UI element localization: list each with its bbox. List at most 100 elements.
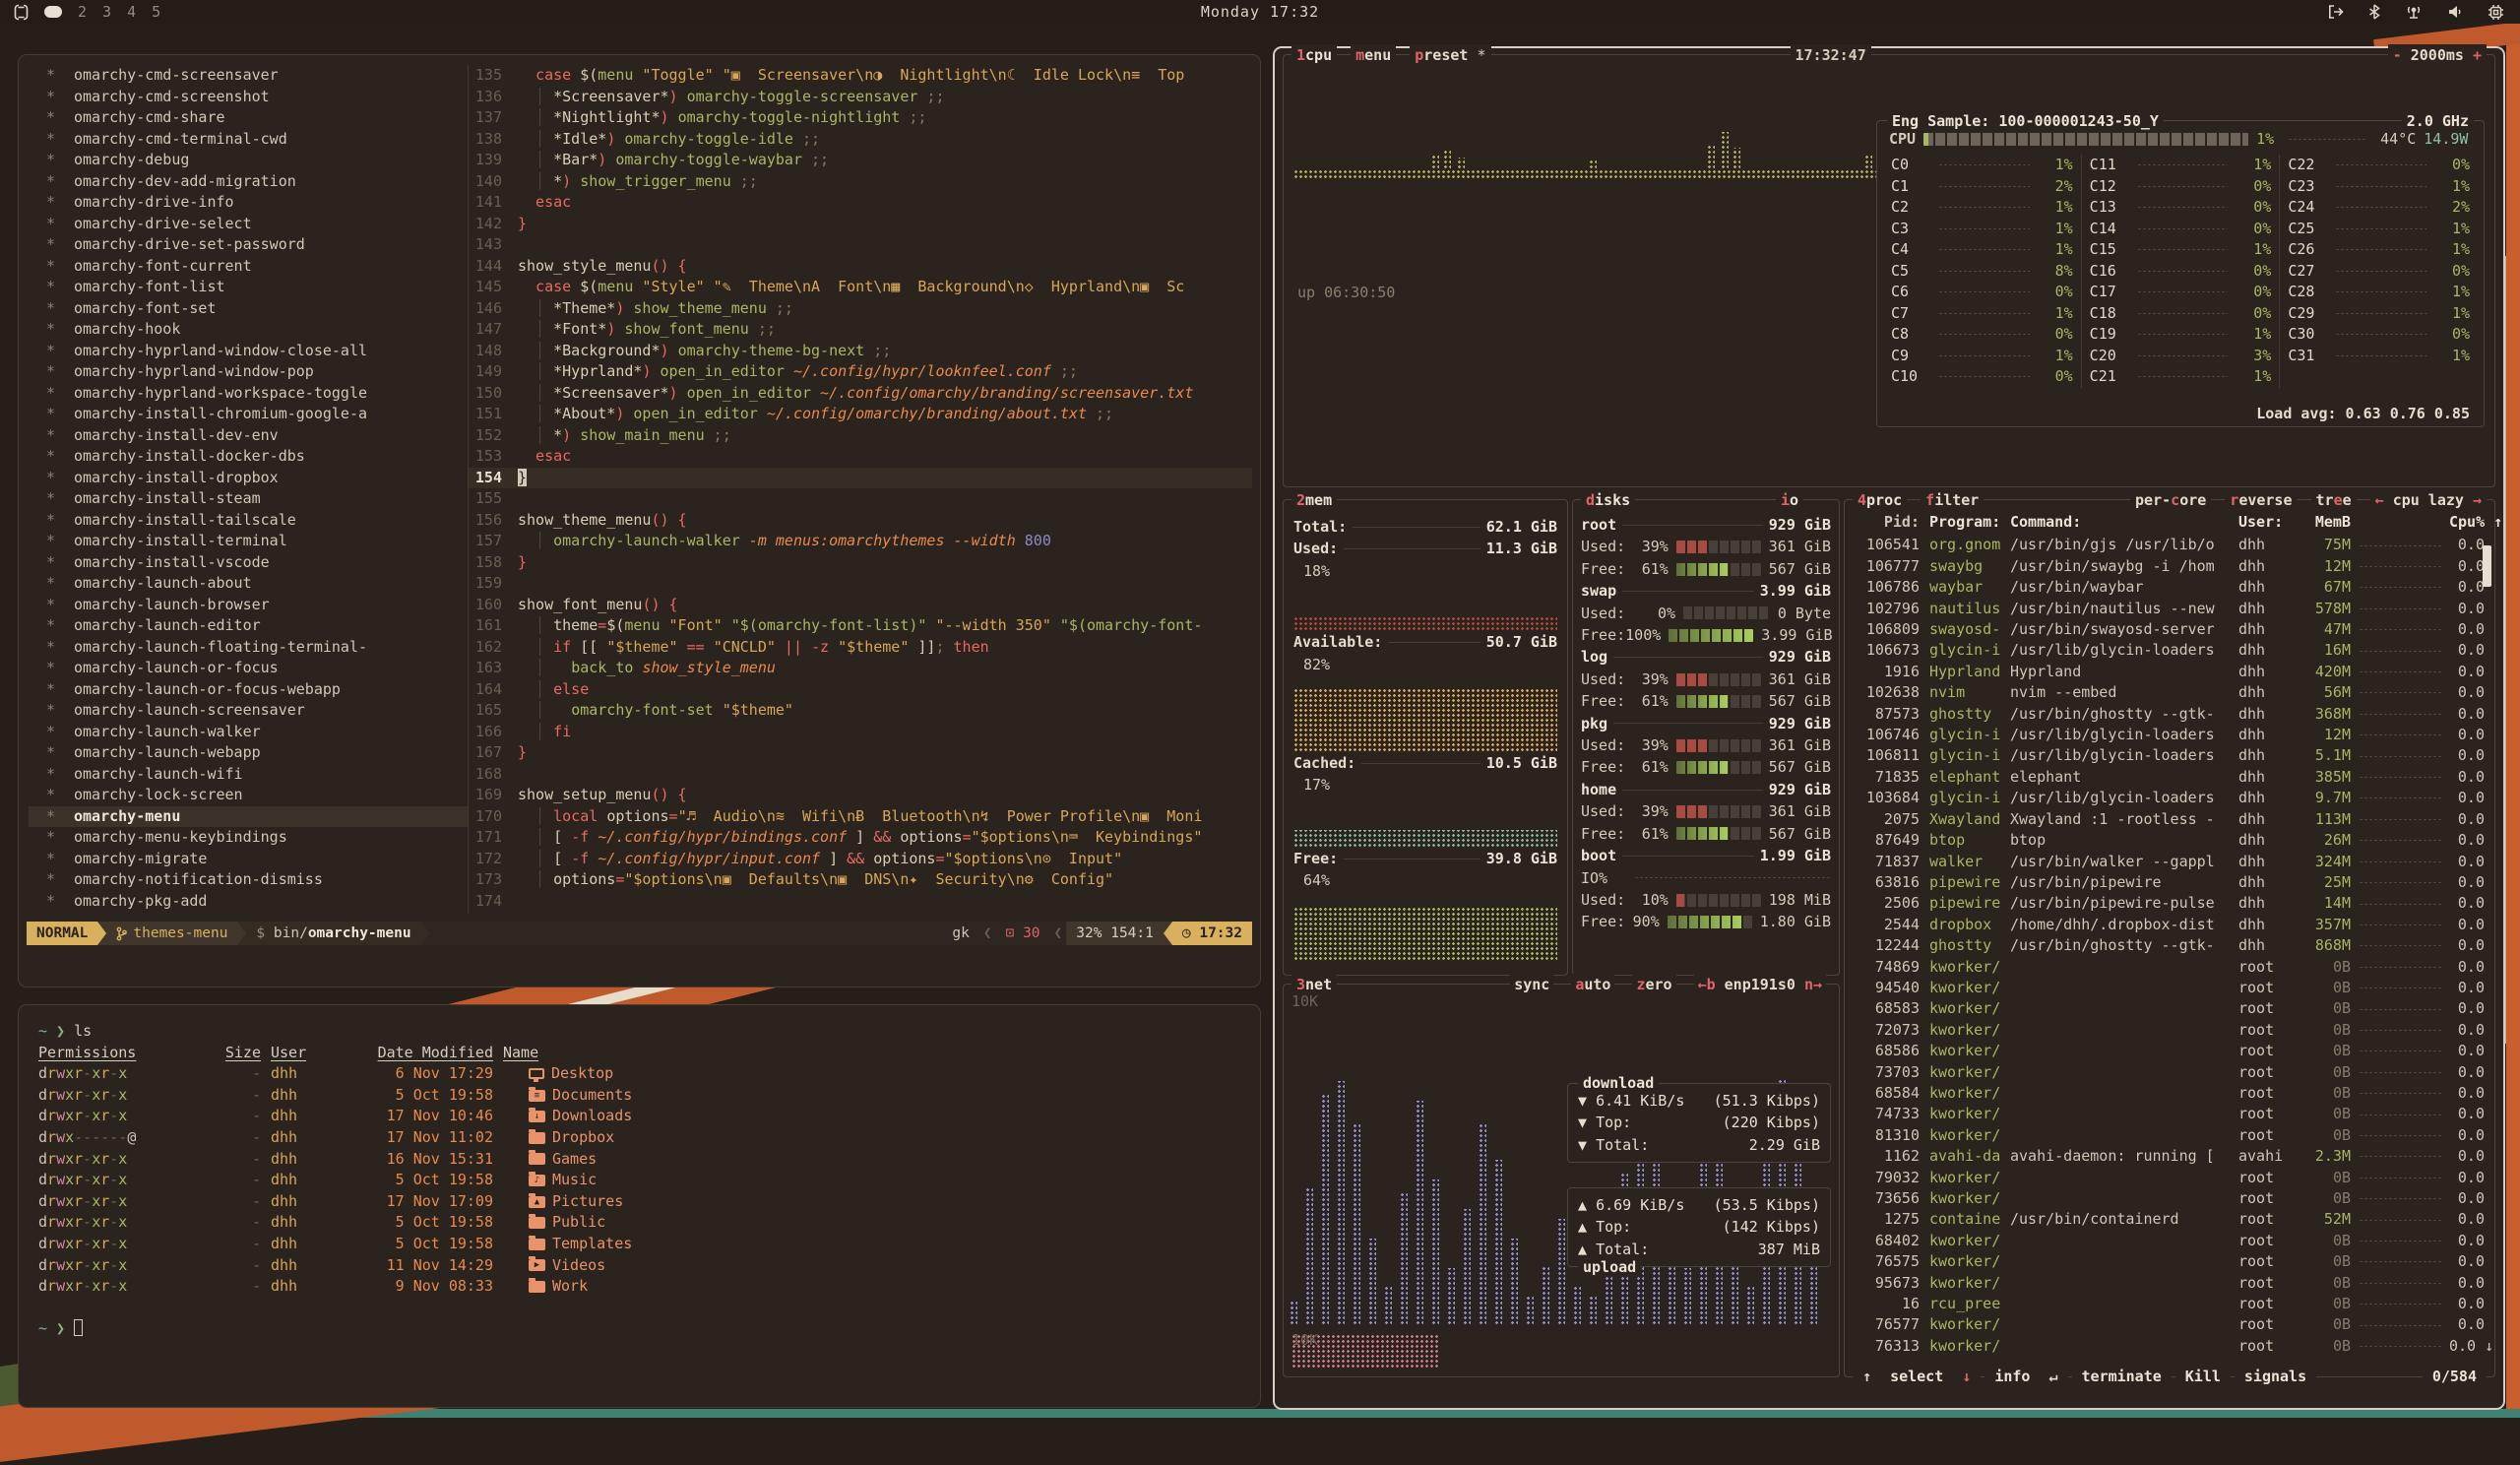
process-row[interactable]: 73656kworker/root0B0.0 (1855, 1188, 2485, 1209)
file-item[interactable]: *omarchy-lock-screen (29, 785, 468, 806)
proc-nav[interactable]: ← cpu lazy → (2370, 489, 2487, 511)
process-row[interactable]: 12244ghostty/usr/bin/ghostty --gtk-dhh86… (1855, 935, 2485, 956)
file-item[interactable]: *omarchy-debug (29, 150, 468, 171)
process-row[interactable]: 1275containe/usr/bin/containerdroot52M0.… (1855, 1209, 2485, 1230)
process-row[interactable]: 106811glycin-i/usr/lib/glycin-loadersdhh… (1855, 745, 2485, 766)
file-item[interactable]: *omarchy-drive-set-password (29, 234, 468, 256)
process-row[interactable]: 106746glycin-i/usr/lib/glycin-loadersdhh… (1855, 725, 2485, 745)
col-user[interactable]: User: (2238, 512, 2296, 533)
shell-prompt[interactable]: ~ ❯ ls (38, 1021, 1240, 1043)
file-item[interactable]: *omarchy-font-current (29, 256, 468, 278)
file-item[interactable]: *omarchy-cmd-share (29, 107, 468, 129)
process-row[interactable]: 106673glycin-i/usr/lib/glycin-loadersdhh… (1855, 640, 2485, 661)
panel-title[interactable]: 1cpu (1292, 44, 1337, 66)
process-row[interactable]: 106786waybar/usr/bin/waybardhh67M0.0 (1855, 577, 2485, 598)
file-item[interactable]: *omarchy-install-vscode (29, 552, 468, 574)
file-item[interactable]: *omarchy-launch-floating-terminal- (29, 637, 468, 659)
process-row[interactable]: 79032kworker/root0B0.0 (1855, 1168, 2485, 1188)
file-item[interactable]: *omarchy-install-dropbox (29, 468, 468, 489)
net-option-sync[interactable]: sync (1510, 974, 1553, 995)
process-row[interactable]: 68402kworker/root0B0.0 (1855, 1231, 2485, 1251)
file-item[interactable]: *omarchy-font-set (29, 298, 468, 320)
file-item[interactable]: *omarchy-install-terminal (29, 531, 468, 552)
file-item[interactable]: *omarchy-install-docker-dbs (29, 446, 468, 468)
process-row[interactable]: 102638nvimnvim --embeddhh56M0.0 (1855, 682, 2485, 703)
file-item[interactable]: *omarchy-launch-screensaver (29, 700, 468, 722)
tree-button[interactable]: tree (2311, 489, 2357, 511)
net-option-zero[interactable]: zero (1632, 974, 1675, 995)
process-row[interactable]: 72073kworker/root0B0.0 (1855, 1020, 2485, 1041)
process-row[interactable]: 74869kworker/root0B0.0 (1855, 957, 2485, 978)
file-item[interactable]: *omarchy-cmd-screenshot (29, 87, 468, 108)
process-row[interactable]: 95673kworker/root0B0.0 (1855, 1273, 2485, 1294)
panel-title[interactable]: 2mem (1292, 489, 1337, 511)
interval-control[interactable]: - 2000ms + (2388, 44, 2487, 66)
panel-title[interactable]: 4proc (1853, 489, 1907, 511)
volume-icon[interactable] (2447, 4, 2464, 20)
process-row[interactable]: 106777swaybg/usr/bin/swaybg -i /homdhh12… (1855, 556, 2485, 577)
file-item[interactable]: *omarchy-cmd-terminal-cwd (29, 129, 468, 151)
process-row[interactable]: 73703kworker/root0B0.0 (1855, 1062, 2485, 1083)
process-row[interactable]: 68583kworker/root0B0.0 (1855, 998, 2485, 1019)
process-row[interactable]: 106541org.gnom/usr/bin/gjs /usr/lib/odhh… (1855, 535, 2485, 555)
file-item[interactable]: *omarchy-install-steam (29, 488, 468, 510)
file-item[interactable]: *omarchy-notification-dismiss (29, 869, 468, 891)
process-row[interactable]: 87649btopbtopdhh26M0.0 (1855, 830, 2485, 851)
process-row[interactable]: 68584kworker/root0B0.0 (1855, 1083, 2485, 1104)
process-row[interactable]: 2544dropbox/home/dhh/.dropbox-distdhh357… (1855, 915, 2485, 935)
code-editor[interactable]: 135 case $(menu "Toggle" "▣ Screensaver\… (468, 65, 1252, 914)
file-item[interactable]: *omarchy-launch-wifi (29, 764, 468, 786)
process-row[interactable]: 74733kworker/root0B0.0 (1855, 1104, 2485, 1124)
process-row[interactable]: 71835elephantelephantdhh385M0.0 (1855, 767, 2485, 788)
process-row[interactable]: 76575kworker/root0B0.0 (1855, 1251, 2485, 1272)
proc-scrollbar[interactable] (2483, 545, 2491, 587)
file-item[interactable]: *omarchy-launch-about (29, 573, 468, 595)
process-row[interactable]: 2506pipewire/usr/bin/pipewire-pulsedhh14… (1855, 893, 2485, 914)
file-item[interactable]: *omarchy-cmd-screensaver (29, 65, 468, 87)
process-row[interactable]: 71837walker/usr/bin/walker --gappldhh324… (1855, 852, 2485, 872)
reverse-button[interactable]: reverse (2225, 489, 2297, 511)
file-item[interactable]: *omarchy-pkg-add (29, 891, 468, 913)
shell-cursor[interactable] (74, 1319, 83, 1336)
process-row[interactable]: 81310kworker/root0B0.0 (1855, 1125, 2485, 1146)
select-control[interactable]: ↑ select ↓ (1853, 1366, 1981, 1387)
menu-button[interactable]: menu (1351, 44, 1396, 66)
file-item[interactable]: *omarchy-hyprland-window-close-all (29, 341, 468, 362)
process-row[interactable]: 76313kworker/root0B0.0 ↓ (1855, 1336, 2485, 1357)
kill-control[interactable]: Kill (2175, 1366, 2231, 1387)
col-command[interactable]: Command: (2010, 512, 2238, 533)
panel-title[interactable]: disks (1581, 489, 1635, 511)
net-interface[interactable]: ←b enp191s0 n→ (1694, 974, 1826, 995)
process-row[interactable]: 68586kworker/root0B0.0 (1855, 1041, 2485, 1061)
file-item[interactable]: *omarchy-launch-or-focus-webapp (29, 679, 468, 701)
process-row[interactable]: 103684glycin-i/usr/lib/glycin-loadersdhh… (1855, 788, 2485, 808)
file-item[interactable]: *omarchy-install-tailscale (29, 510, 468, 532)
file-item[interactable]: *omarchy-launch-browser (29, 595, 468, 616)
io-toggle[interactable]: io (1776, 489, 1803, 511)
shell-prompt[interactable]: ~ ❯ (38, 1318, 1240, 1340)
file-item[interactable]: *omarchy-dev-add-migration (29, 171, 468, 193)
cpu-icon[interactable] (2488, 4, 2504, 21)
file-item[interactable]: *omarchy-hyprland-workspace-toggle (29, 383, 468, 405)
file-item[interactable]: *omarchy-menu (29, 806, 468, 828)
file-item[interactable]: *omarchy-launch-or-focus (29, 658, 468, 679)
file-item[interactable]: *omarchy-install-dev-env (29, 425, 468, 447)
process-row[interactable]: 94540kworker/root0B0.0 (1855, 978, 2485, 998)
file-item[interactable]: *omarchy-install-chromium-google-a (29, 404, 468, 425)
file-item[interactable]: *omarchy-launch-editor (29, 615, 468, 637)
col-cpu[interactable]: Cpu% ↑ (2449, 512, 2485, 533)
process-row[interactable]: 1162avahi-daavahi-daemon: running [avahi… (1855, 1146, 2485, 1167)
file-item[interactable]: *omarchy-hook (29, 319, 468, 341)
process-row[interactable]: 106809swayosd-/usr/bin/swayosd-serverdhh… (1855, 619, 2485, 640)
info-control[interactable]: info ↵ (1984, 1366, 2067, 1387)
process-row[interactable]: 102796nautilus/usr/bin/nautilus --newdhh… (1855, 599, 2485, 619)
process-row[interactable]: 2075XwaylandXwayland :1 -rootless -dhh11… (1855, 809, 2485, 830)
col-program[interactable]: Program: (1920, 512, 2010, 533)
process-row[interactable]: 1916HyprlandHyprlanddhh420M0.0 (1855, 662, 2485, 682)
file-item[interactable]: *omarchy-launch-webapp (29, 742, 468, 764)
file-item[interactable]: *omarchy-drive-select (29, 214, 468, 235)
filter-button[interactable]: filter (1921, 489, 1984, 511)
file-item[interactable]: *omarchy-launch-walker (29, 722, 468, 743)
process-row[interactable]: 87573ghostty/usr/bin/ghostty --gtk-dhh36… (1855, 704, 2485, 725)
logout-icon[interactable] (2327, 4, 2345, 20)
